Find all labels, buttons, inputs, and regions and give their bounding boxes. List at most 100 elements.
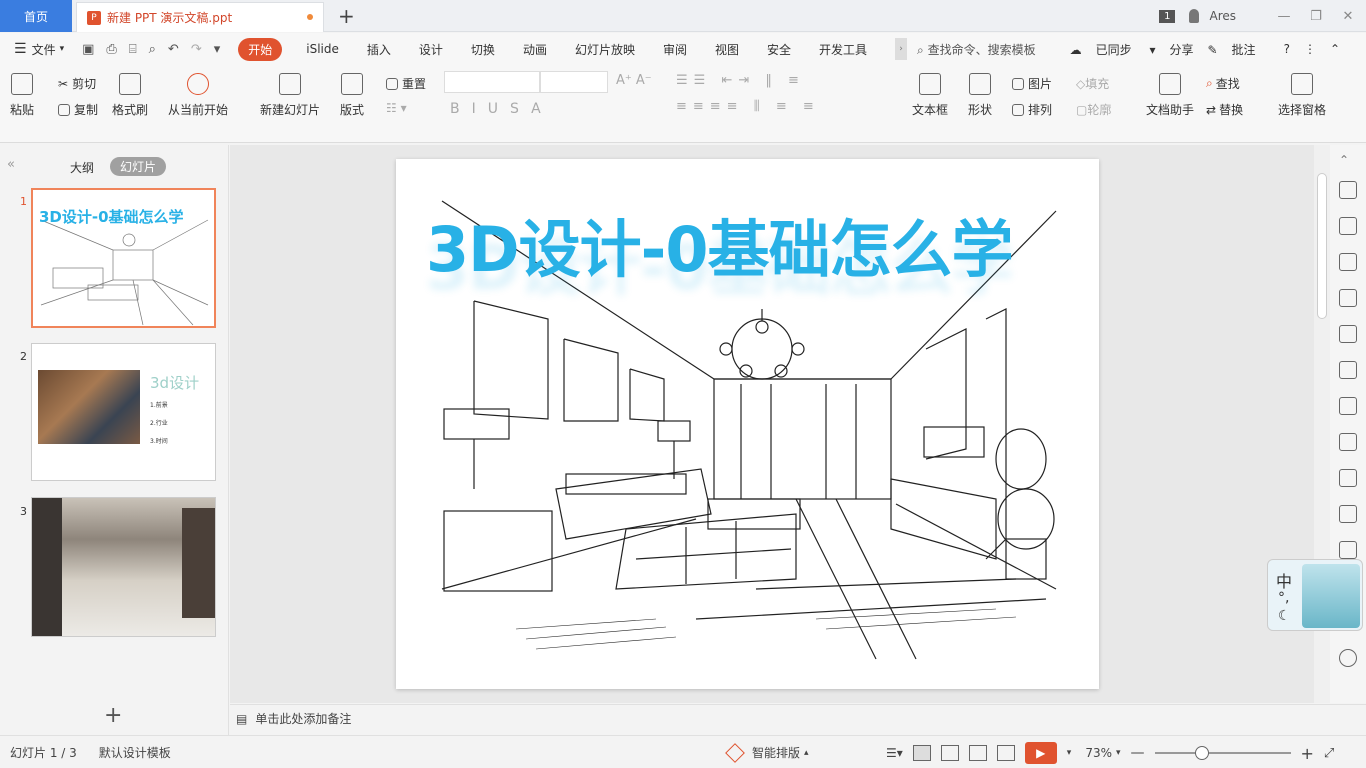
- tab-design[interactable]: 设计: [419, 41, 443, 58]
- minimize-icon[interactable]: —: [1270, 9, 1298, 24]
- moon-icon[interactable]: ☾: [1278, 608, 1291, 624]
- format-brush-button[interactable]: 格式刷: [112, 73, 148, 118]
- file-menu[interactable]: ☰ 文件 ▾: [14, 41, 64, 58]
- help-circle-icon[interactable]: [1339, 649, 1357, 667]
- text-format-buttons[interactable]: BIUSA: [450, 101, 553, 117]
- star-icon[interactable]: [1339, 181, 1357, 199]
- text-box-button[interactable]: 文本框: [912, 73, 948, 118]
- find-button[interactable]: ⌕ 查找: [1206, 75, 1240, 92]
- paragraph-buttons[interactable]: ☰☰ ⇤⇥ ‖ ≡: [676, 73, 805, 88]
- print-preview-icon[interactable]: ⎙: [106, 42, 116, 57]
- animation-icon[interactable]: [1339, 289, 1357, 307]
- zoom-level[interactable]: 73%: [1085, 746, 1112, 760]
- redo-icon[interactable]: ↷: [191, 42, 202, 57]
- tab-animation[interactable]: 动画: [523, 41, 547, 58]
- slide-sorter-icon[interactable]: [940, 745, 959, 761]
- outline-button[interactable]: ▢ 轮廓: [1076, 101, 1111, 118]
- settings-sliders-icon[interactable]: [1339, 325, 1357, 343]
- collapse-side-icon[interactable]: ⌃: [1339, 153, 1357, 171]
- play-from-current-button[interactable]: 从当前开始: [168, 73, 228, 118]
- presenter-view-icon[interactable]: [996, 745, 1015, 761]
- tab-developer[interactable]: 开发工具: [819, 41, 867, 58]
- current-slide[interactable]: 3D设计-0基础怎么学: [396, 159, 1099, 689]
- reset-button[interactable]: 重置: [386, 75, 426, 92]
- arrange-button[interactable]: 排列: [1012, 101, 1052, 118]
- fit-window-icon[interactable]: ⤢: [1324, 746, 1334, 761]
- restore-icon[interactable]: ❐: [1302, 9, 1330, 24]
- ime-language[interactable]: 中: [1276, 568, 1292, 592]
- tab-islide[interactable]: iSlide: [306, 42, 339, 56]
- tab-home[interactable]: 开始: [238, 37, 283, 61]
- slide-thumbnail-2[interactable]: 3d设计 1.前景 2.行业 3.时间: [31, 343, 216, 481]
- gallery-icon[interactable]: [1339, 397, 1357, 415]
- collapse-ribbon-icon[interactable]: ⌃: [1330, 42, 1340, 56]
- zoom-slider[interactable]: [1154, 746, 1291, 760]
- slide-thumbnail-1[interactable]: 3D设计-0基础怎么学: [31, 188, 216, 328]
- document-tab[interactable]: P 新建 PPT 演示文稿.ppt: [76, 2, 324, 32]
- user-account[interactable]: Ares: [1189, 9, 1236, 23]
- zoom-out-icon[interactable]: —: [1131, 745, 1145, 761]
- print-icon[interactable]: ⌸: [129, 42, 137, 57]
- slide-thumbnail-3[interactable]: [31, 497, 216, 637]
- shape-style-icon[interactable]: [1339, 253, 1357, 271]
- sync-button[interactable]: ☁ 已同步 ▾: [1070, 41, 1156, 58]
- paste-button[interactable]: 粘贴: [10, 73, 34, 118]
- fill-button[interactable]: ◇ 填充: [1076, 75, 1109, 92]
- collapse-panel-icon[interactable]: «: [7, 157, 15, 172]
- ime-widget[interactable]: 中 °, ☾: [1267, 559, 1363, 631]
- zoom-slider-knob[interactable]: [1194, 746, 1209, 760]
- punctuation-icon[interactable]: °,: [1278, 590, 1289, 606]
- transition-icon[interactable]: [1339, 361, 1357, 379]
- help-icon[interactable]: ?: [1284, 42, 1290, 56]
- zoom-in-icon[interactable]: +: [1301, 744, 1314, 763]
- font-name-select[interactable]: [444, 71, 540, 93]
- align-buttons[interactable]: ≡≡≡≡ ⫼ ≡ ≡: [676, 99, 820, 114]
- replace-button[interactable]: ⇄ 替换: [1206, 101, 1243, 118]
- command-search[interactable]: ⌕ 查找命令、搜索模板: [917, 41, 1036, 58]
- smart-layout-button[interactable]: 智能排版 ▴: [725, 742, 809, 763]
- tab-slideshow[interactable]: 幻灯片放映: [575, 41, 635, 58]
- window-count-badge[interactable]: 1: [1159, 9, 1176, 23]
- zoom-dropdown-icon[interactable]: ▾: [1116, 748, 1121, 758]
- cut-button[interactable]: ✂ 剪切: [58, 75, 96, 92]
- reading-view-icon[interactable]: [968, 745, 987, 761]
- add-slide-plus-icon[interactable]: +: [104, 703, 122, 728]
- new-tab-plus-icon[interactable]: +: [338, 4, 355, 28]
- customize-icon[interactable]: ▾: [214, 42, 221, 57]
- audio-icon[interactable]: [1339, 541, 1357, 559]
- slide-title[interactable]: 3D设计-0基础怎么学: [426, 219, 1013, 281]
- slideshow-options-icon[interactable]: ▾: [1067, 748, 1072, 758]
- normal-view-icon[interactable]: [912, 745, 931, 761]
- font-size-select[interactable]: [540, 71, 608, 93]
- preview-icon[interactable]: ⌕: [149, 42, 156, 57]
- doc-helper-button[interactable]: 文档助手: [1146, 73, 1194, 118]
- shape-button[interactable]: 形状: [968, 73, 992, 118]
- layout-button[interactable]: 版式: [340, 73, 364, 118]
- section-button[interactable]: ☷ ▾: [386, 101, 407, 115]
- outline-tab[interactable]: 大纲: [70, 159, 94, 176]
- font-size-adjust[interactable]: A⁺ A⁻: [616, 73, 652, 88]
- tab-review[interactable]: 审阅: [663, 41, 687, 58]
- tab-insert[interactable]: 插入: [367, 41, 391, 58]
- new-slide-button[interactable]: 新建幻灯片: [260, 73, 320, 118]
- home-tab[interactable]: 首页: [0, 0, 72, 32]
- slides-tab[interactable]: 幻灯片: [110, 157, 167, 176]
- design-template[interactable]: 默认设计模板: [99, 744, 171, 761]
- more-options-icon[interactable]: ⋮: [1304, 42, 1316, 56]
- copy-style-icon[interactable]: [1339, 217, 1357, 235]
- slideshow-play-icon[interactable]: ▶: [1024, 742, 1057, 764]
- tab-security[interactable]: 安全: [767, 41, 791, 58]
- picture-button[interactable]: 图片: [1012, 75, 1052, 92]
- tab-transition[interactable]: 切换: [471, 41, 495, 58]
- notes-bar[interactable]: ▤ 单击此处添加备注: [230, 704, 1366, 732]
- tab-view[interactable]: 视图: [715, 41, 739, 58]
- comment-button[interactable]: ✎ 批注: [1207, 41, 1269, 58]
- close-icon[interactable]: ✕: [1334, 9, 1362, 24]
- undo-icon[interactable]: ↶: [168, 42, 179, 57]
- scrollbar-thumb[interactable]: [1317, 173, 1327, 319]
- ribbon-scroll-right-icon[interactable]: ›: [895, 38, 908, 60]
- notes-toggle-icon[interactable]: ☰▾: [886, 746, 903, 760]
- share-button[interactable]: 分享: [1169, 41, 1193, 58]
- archive-icon[interactable]: [1339, 469, 1357, 487]
- select-pane-button[interactable]: 选择窗格: [1278, 73, 1326, 118]
